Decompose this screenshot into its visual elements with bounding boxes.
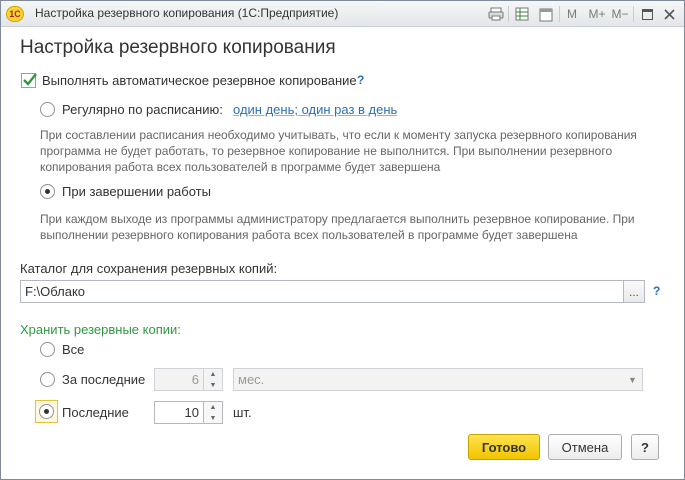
on-exit-radio[interactable] <box>40 184 55 199</box>
stepper-up-icon[interactable]: ▲ <box>204 402 222 412</box>
printer-icon[interactable] <box>487 5 505 23</box>
chevron-down-icon[interactable]: ▼ <box>628 375 637 385</box>
memory-minus-button[interactable]: M− <box>610 5 630 23</box>
schedule-radio[interactable] <box>40 102 55 117</box>
schedule-link[interactable]: один день; один раз в день <box>233 102 397 117</box>
retention-all-label[interactable]: Все <box>62 342 84 357</box>
retention-period-label[interactable]: За последние <box>62 372 145 387</box>
page-title: Настройка резервного копирования <box>20 37 336 58</box>
directory-help-icon[interactable]: ? <box>653 284 660 298</box>
maximize-icon[interactable] <box>639 5 655 23</box>
memory-button[interactable]: M <box>565 5 579 23</box>
browse-button[interactable]: ... <box>623 280 645 303</box>
dialog-window: 1С Настройка резервного копирования (1С:… <box>0 0 685 480</box>
title-bar: 1С Настройка резервного копирования (1С:… <box>1 1 684 27</box>
retention-period-unit: мес. <box>238 372 265 387</box>
retention-period-input[interactable]: 6 <box>154 368 204 391</box>
retention-period-stepper[interactable]: ▲ ▼ <box>203 368 223 391</box>
memory-plus-button[interactable]: M+ <box>587 5 607 23</box>
schedule-label[interactable]: Регулярно по расписанию: <box>62 102 223 117</box>
stepper-up-icon[interactable]: ▲ <box>204 369 222 379</box>
on-exit-label[interactable]: При завершении работы <box>62 184 211 199</box>
auto-backup-label[interactable]: Выполнять автоматическое резервное копир… <box>42 73 357 88</box>
retention-count-unit: шт. <box>233 405 252 420</box>
directory-input[interactable]: F:\Облако <box>20 280 624 303</box>
ok-button[interactable]: Готово <box>468 434 540 460</box>
spreadsheet-icon[interactable] <box>513 5 531 23</box>
retention-count-radio[interactable] <box>39 404 54 419</box>
cancel-button[interactable]: Отмена <box>548 434 622 460</box>
calendar-icon[interactable] <box>537 5 555 23</box>
checkmark-icon <box>23 73 37 86</box>
retention-period-radio[interactable] <box>40 372 55 387</box>
window-title: Настройка резервного копирования (1С:Пре… <box>35 6 339 20</box>
auto-backup-checkbox[interactable] <box>21 73 37 88</box>
help-button[interactable]: ? <box>631 434 659 460</box>
retention-period-unit-select[interactable]: мес. <box>233 368 643 391</box>
retention-count-label[interactable]: Последние <box>62 405 129 420</box>
retention-all-radio[interactable] <box>40 342 55 357</box>
retention-section-label: Хранить резервные копии: <box>20 322 181 337</box>
close-icon[interactable] <box>661 5 677 23</box>
retention-count-input[interactable]: 10 <box>154 401 204 424</box>
directory-label: Каталог для сохранения резервных копий: <box>20 261 278 276</box>
stepper-down-icon[interactable]: ▼ <box>204 380 222 390</box>
app-logo: 1С <box>6 6 24 22</box>
on-exit-note: При каждом выходе из программы администр… <box>40 212 635 242</box>
retention-count-stepper[interactable]: ▲ ▼ <box>203 401 223 424</box>
schedule-note: При составлении расписания необходимо уч… <box>40 128 637 174</box>
auto-backup-help-icon[interactable]: ? <box>357 73 364 87</box>
stepper-down-icon[interactable]: ▼ <box>204 413 222 423</box>
